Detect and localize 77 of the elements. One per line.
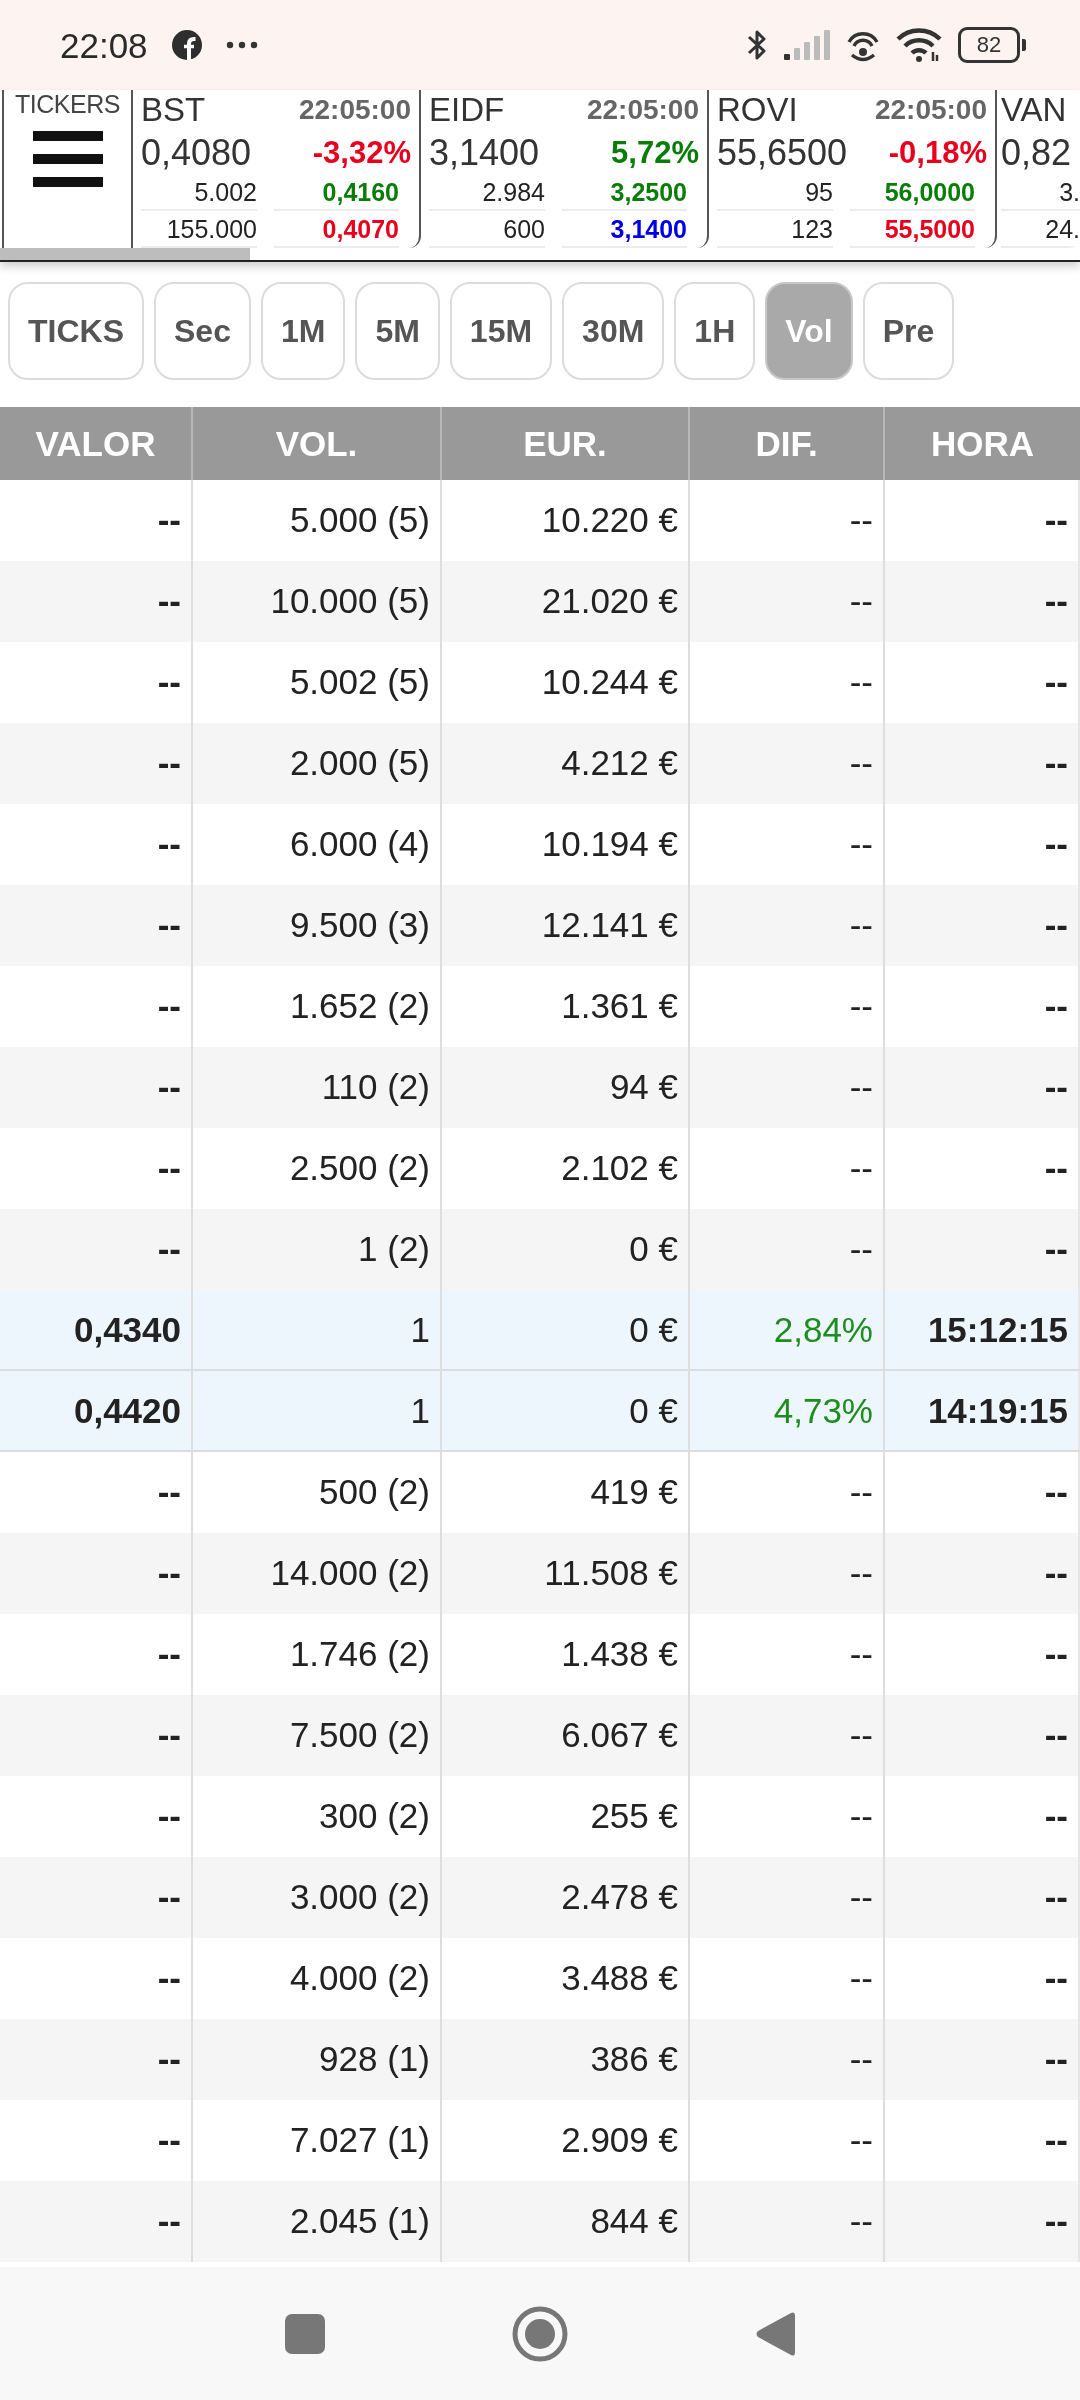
ticker-card[interactable]: ROVI 22:05:00 55,6500 -0,18% 95 56,0000 123 55,5000 bbox=[709, 90, 997, 248]
ticker-price: 3,1400 bbox=[429, 131, 540, 175]
ticker-card[interactable]: VAN 0,82 3. 24. bbox=[997, 90, 1080, 248]
ticker-time: 22:05:00 bbox=[874, 93, 987, 127]
interval-button[interactable]: 1M bbox=[260, 282, 346, 380]
table-row[interactable]: -- 3.000 (2) 2.478 € -- -- bbox=[0, 1857, 1080, 1938]
table-cell: 2,84% bbox=[690, 1290, 885, 1369]
ticker-volume: 600 bbox=[429, 213, 545, 248]
table-cell: 2.045 (1) bbox=[193, 2181, 442, 2262]
ticker-price: 0,82 bbox=[1001, 131, 1072, 175]
table-cell: 844 € bbox=[442, 2181, 690, 2262]
ticker-volume: 2.984 bbox=[429, 176, 545, 211]
interval-button[interactable]: 1H bbox=[674, 282, 756, 380]
table-row[interactable]: 0,4340 1 0 € 2,84% 15:12:15 bbox=[0, 1290, 1080, 1371]
table-row[interactable]: -- 1 (2) 0 € -- -- bbox=[0, 1209, 1080, 1290]
table-cell: 0 € bbox=[442, 1371, 690, 1450]
signal-icon bbox=[784, 30, 830, 60]
table-cell: 0,4420 bbox=[0, 1371, 193, 1450]
ticker-volume: 3. bbox=[1001, 176, 1080, 211]
ticker-change: -3,32% bbox=[312, 134, 411, 172]
ticker-symbol: VAN bbox=[1001, 90, 1067, 130]
interval-button[interactable]: 5M bbox=[355, 282, 440, 380]
table-cell: 4,73% bbox=[690, 1371, 885, 1450]
ticker-change: -0,18% bbox=[888, 134, 987, 172]
clock-time: 22:08 bbox=[60, 27, 148, 63]
table-cell: 0 € bbox=[442, 1290, 690, 1369]
panel-label: TICKERS bbox=[15, 92, 120, 117]
table-cell: -- bbox=[0, 2181, 193, 2262]
table-cell: 14:19:15 bbox=[885, 1371, 1080, 1450]
interval-button[interactable]: 30M bbox=[562, 282, 665, 380]
more-icon bbox=[225, 41, 258, 49]
home-icon[interactable] bbox=[512, 2305, 568, 2362]
table-row[interactable]: -- 928 (1) 386 € -- -- bbox=[0, 2019, 1080, 2100]
ticker-time: 22:05:00 bbox=[298, 93, 411, 127]
table-cell: -- bbox=[690, 2181, 885, 2262]
ticker-price: 0,4080 bbox=[141, 131, 252, 175]
ticker-change: 5,72% bbox=[611, 134, 699, 172]
ticker-quote: 0,4070 bbox=[274, 213, 399, 248]
interval-button[interactable]: TICKS bbox=[8, 282, 144, 380]
table-row[interactable]: -- 10.000 (5) 21.020 € -- -- bbox=[0, 561, 1080, 642]
ticker-quote: 56,0000 bbox=[850, 176, 975, 211]
table-cell: 1 bbox=[193, 1290, 442, 1369]
ticker-volume: 24. bbox=[1001, 213, 1080, 248]
ticker-volume: 95 bbox=[717, 176, 833, 211]
ticker-quote: 3,2500 bbox=[562, 176, 687, 211]
interval-button[interactable]: Sec bbox=[154, 282, 251, 380]
ticker-quote: 0,4160 bbox=[274, 176, 399, 211]
table-row[interactable]: -- 7.500 (2) 6.067 € -- -- bbox=[0, 1695, 1080, 1776]
interval-button[interactable]: Pre bbox=[862, 282, 955, 380]
table-row[interactable]: -- 14.000 (2) 11.508 € -- -- bbox=[0, 1533, 1080, 1614]
table-cell: 0,4340 bbox=[0, 1290, 193, 1369]
table-cell: 15:12:15 bbox=[885, 1290, 1080, 1369]
ticker-volume: 5.002 bbox=[141, 176, 257, 211]
ticker-time: 22:05:00 bbox=[586, 93, 699, 127]
battery-indicator: 82 bbox=[958, 27, 1026, 63]
table-cell: -- bbox=[885, 2181, 1080, 2262]
wifi-icon bbox=[896, 28, 942, 62]
ticker-price: 55,6500 bbox=[717, 131, 848, 175]
table-cell: 1 bbox=[193, 1371, 442, 1450]
menu-icon[interactable] bbox=[32, 131, 103, 187]
ticker-symbol: EIDF bbox=[429, 90, 505, 130]
table-row[interactable]: -- 2.000 (5) 4.212 € -- -- bbox=[0, 723, 1080, 804]
ticker-quote: 55,5000 bbox=[850, 213, 975, 248]
table-row[interactable]: -- 110 (2) 94 € -- -- bbox=[0, 1047, 1080, 1128]
ticker-volume: 123 bbox=[717, 213, 833, 248]
ticker-quote: 3,1400 bbox=[562, 213, 687, 248]
table-row[interactable]: -- 9.500 (3) 12.141 € -- -- bbox=[0, 885, 1080, 966]
recents-icon[interactable] bbox=[285, 2313, 325, 2354]
ticker-card[interactable]: EIDF 22:05:00 3,1400 5,72% 2.984 3,2500 600 3,1400 bbox=[421, 90, 709, 248]
table-row[interactable]: 0,4420 1 0 € 4,73% 14:19:15 bbox=[0, 1371, 1080, 1452]
table-row[interactable]: -- 2.045 (1) 844 € -- -- bbox=[0, 2181, 1080, 2262]
back-icon[interactable] bbox=[755, 2310, 795, 2357]
app-notification-icon bbox=[171, 30, 202, 60]
column-header: HORA bbox=[929, 423, 1036, 465]
ticker-symbol: BST bbox=[141, 90, 206, 130]
ticker-symbol: ROVI bbox=[717, 90, 798, 130]
interval-button[interactable]: 15M bbox=[449, 282, 553, 380]
